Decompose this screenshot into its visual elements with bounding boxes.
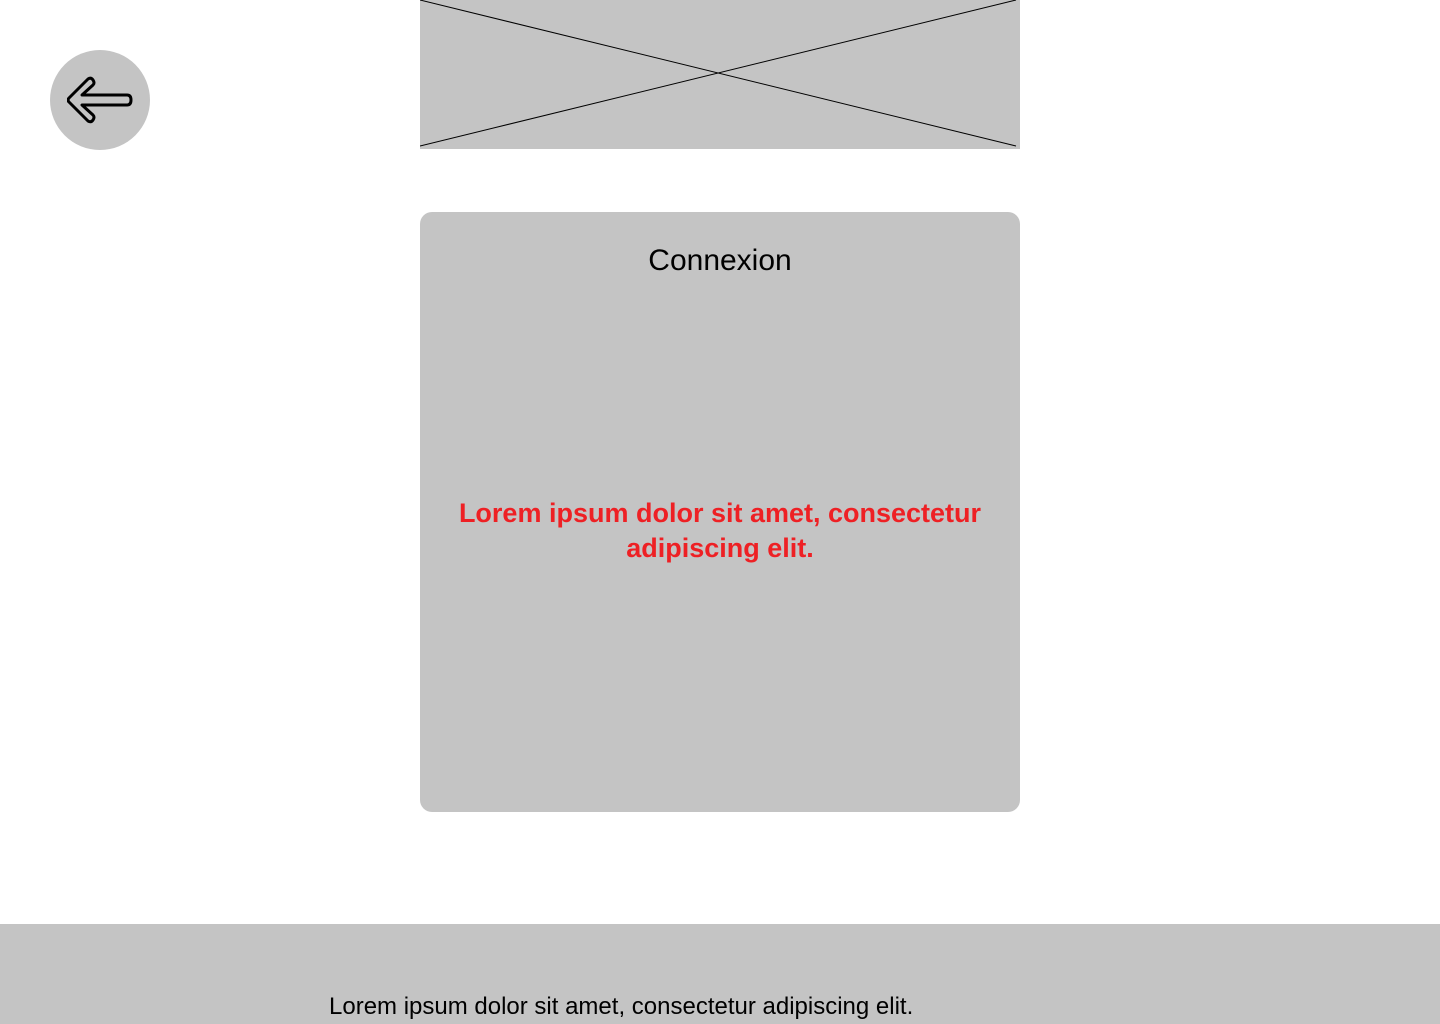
- back-button[interactable]: [50, 50, 150, 150]
- arrow-left-icon: [67, 76, 133, 124]
- image-placeholder-icon: [420, 0, 1017, 147]
- footer-text: Lorem ipsum dolor sit amet, consectetur …: [329, 993, 914, 1020]
- card-title: Connexion: [648, 244, 792, 277]
- error-message: Lorem ipsum dolor sit amet, consectetur …: [458, 498, 982, 563]
- page: Connexion Lorem ipsum dolor sit amet, co…: [0, 0, 1440, 1024]
- footer: Lorem ipsum dolor sit amet, consectetur …: [0, 924, 1440, 1024]
- header-image-placeholder: [420, 0, 1020, 149]
